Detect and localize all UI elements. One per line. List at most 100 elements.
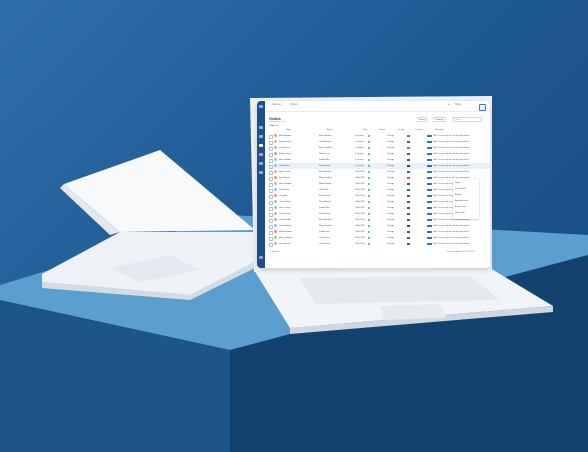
columns-button[interactable]: Columns <box>433 117 446 123</box>
context-menu-item[interactable]: Go to Profile <box>455 188 466 190</box>
avatar <box>274 200 277 204</box>
column-header[interactable]: Messages <box>435 129 444 131</box>
country-flag-icon <box>407 188 411 191</box>
archive-icon[interactable] <box>259 153 263 156</box>
cell-location: Chicago <box>387 182 394 185</box>
column-header[interactable]: Country <box>397 129 404 131</box>
filters-button[interactable]: Filters <box>417 117 428 123</box>
status-dot <box>368 230 370 233</box>
column-header[interactable]: Location <box>415 129 423 131</box>
country-flag-icon <box>407 242 411 245</box>
search-input[interactable]: Search <box>453 117 482 123</box>
product-mockup-scene: ‹ Data set › Visitors ● Share Visitors U… <box>0 0 588 452</box>
cell-date: 2 Mar 2019 <box>355 188 365 191</box>
column-header[interactable]: Agent <box>327 129 332 131</box>
home-icon[interactable] <box>259 126 263 129</box>
context-menu-item[interactable]: Download chat <box>455 200 468 202</box>
gear-icon[interactable] <box>479 103 486 111</box>
message-badge <box>427 224 432 227</box>
status-dot <box>368 212 370 215</box>
cell-name: Martin Cooke <box>279 170 291 173</box>
avatar <box>274 194 277 198</box>
cell-name: Marcus Morgan <box>279 236 293 239</box>
context-menu-item[interactable]: Add tag <box>455 194 462 196</box>
context-menu-item[interactable]: Reply <box>455 182 460 184</box>
message-preview: Hello! Can you help me with my order ple… <box>433 158 470 161</box>
status-dot <box>368 236 370 239</box>
cell-agent: Monica Salinas <box>319 176 332 179</box>
reports-icon[interactable] <box>259 162 263 165</box>
pager-controls[interactable]: Rows per page: 20 1–20 of 230 ‹ › <box>447 251 476 253</box>
cell-name: Hank Lockman <box>279 182 292 185</box>
message-badge <box>427 146 432 149</box>
country-flag-icon <box>407 218 411 221</box>
message-preview: Hello! Can you help me with my order ple… <box>433 224 470 227</box>
context-menu-item[interactable]: Delete chat <box>455 212 465 214</box>
message-badge <box>427 176 432 179</box>
cell-date: 2 Mar 2019 <box>355 200 365 203</box>
sidebar <box>257 101 265 268</box>
settings-icon[interactable] <box>259 171 263 174</box>
status-dot <box>368 152 370 155</box>
profile-avatar[interactable] <box>259 256 263 259</box>
cell-agent: Rosa Romero <box>319 200 331 203</box>
table-row[interactable]: Louis Hansen Camila Jean 2 Mar 2019 Chicago… <box>265 241 490 247</box>
context-menu-item[interactable]: Archive chat <box>455 206 465 208</box>
status-dot <box>368 206 370 209</box>
cell-name: Oswald Kent <box>279 164 290 167</box>
cell-name: Barbara Jonas <box>279 152 292 155</box>
cell-name: Mark Ellington <box>279 134 291 137</box>
cell-location: Chicago <box>387 176 394 179</box>
avatar <box>274 212 277 216</box>
chat-icon[interactable] <box>259 135 263 138</box>
cell-agent: Camila Jean <box>319 242 330 245</box>
cell-location: Chicago <box>387 218 394 221</box>
cell-agent: Camila Jean <box>319 230 330 233</box>
cell-agent: Ulrich Klein <box>319 188 329 191</box>
country-flag-icon <box>407 200 411 203</box>
context-menu: Reply Go to Profile Add tag Download chat Ar… <box>453 179 479 219</box>
cell-date: 2 Mar 2019 <box>355 224 365 227</box>
message-badge <box>427 140 432 143</box>
cell-location: Chicago <box>387 200 394 203</box>
message-badge <box>427 212 432 215</box>
status-dot <box>368 164 370 167</box>
message-preview: Hello! Can you help me with my order ple… <box>433 134 470 137</box>
cell-date: 1 min ago <box>355 134 364 137</box>
country-flag-icon <box>407 236 411 239</box>
cell-agent: Dennis Shaw <box>319 164 331 167</box>
message-badge <box>427 152 432 155</box>
status-dot <box>368 218 370 221</box>
message-badge <box>427 194 432 197</box>
bell-icon[interactable]: ● <box>448 104 449 106</box>
cell-agent: Dennis Shaw <box>319 212 331 215</box>
message-badge <box>427 236 432 239</box>
top-bar: ‹ Data set › Visitors ● Share <box>265 101 490 112</box>
status-dot <box>368 134 370 137</box>
share-button[interactable]: Share <box>455 104 461 106</box>
country-flag-icon <box>407 140 411 143</box>
cell-agent: Sandra Mills <box>319 158 330 161</box>
avatar <box>274 224 277 228</box>
message-badge <box>427 158 432 161</box>
message-preview: Hello! Can you help me with my order ple… <box>433 140 470 143</box>
status-dot <box>368 146 370 149</box>
country-flag-icon <box>407 182 411 185</box>
avatar <box>274 242 277 246</box>
cell-date: 2 Mar 2019 <box>355 194 365 197</box>
cell-date: 2 Mar 2019 <box>355 218 365 221</box>
breadcrumb-current[interactable]: › Visitors <box>289 104 298 106</box>
visitors-icon[interactable] <box>259 144 263 147</box>
column-header[interactable]: Date <box>363 129 367 131</box>
cell-agent: Tina Wilkinson <box>319 140 332 143</box>
country-flag-icon <box>407 176 411 179</box>
status-dot <box>368 170 370 173</box>
breadcrumb-back[interactable]: ‹ Data set <box>271 104 281 106</box>
message-badge <box>427 164 432 167</box>
column-header[interactable]: Status <box>379 129 385 131</box>
status-dot <box>368 194 370 197</box>
row-checkbox[interactable] <box>269 242 274 247</box>
status-dot <box>368 140 370 143</box>
column-header[interactable]: Name <box>286 129 292 131</box>
add-row-button[interactable]: + Add row <box>269 125 278 127</box>
